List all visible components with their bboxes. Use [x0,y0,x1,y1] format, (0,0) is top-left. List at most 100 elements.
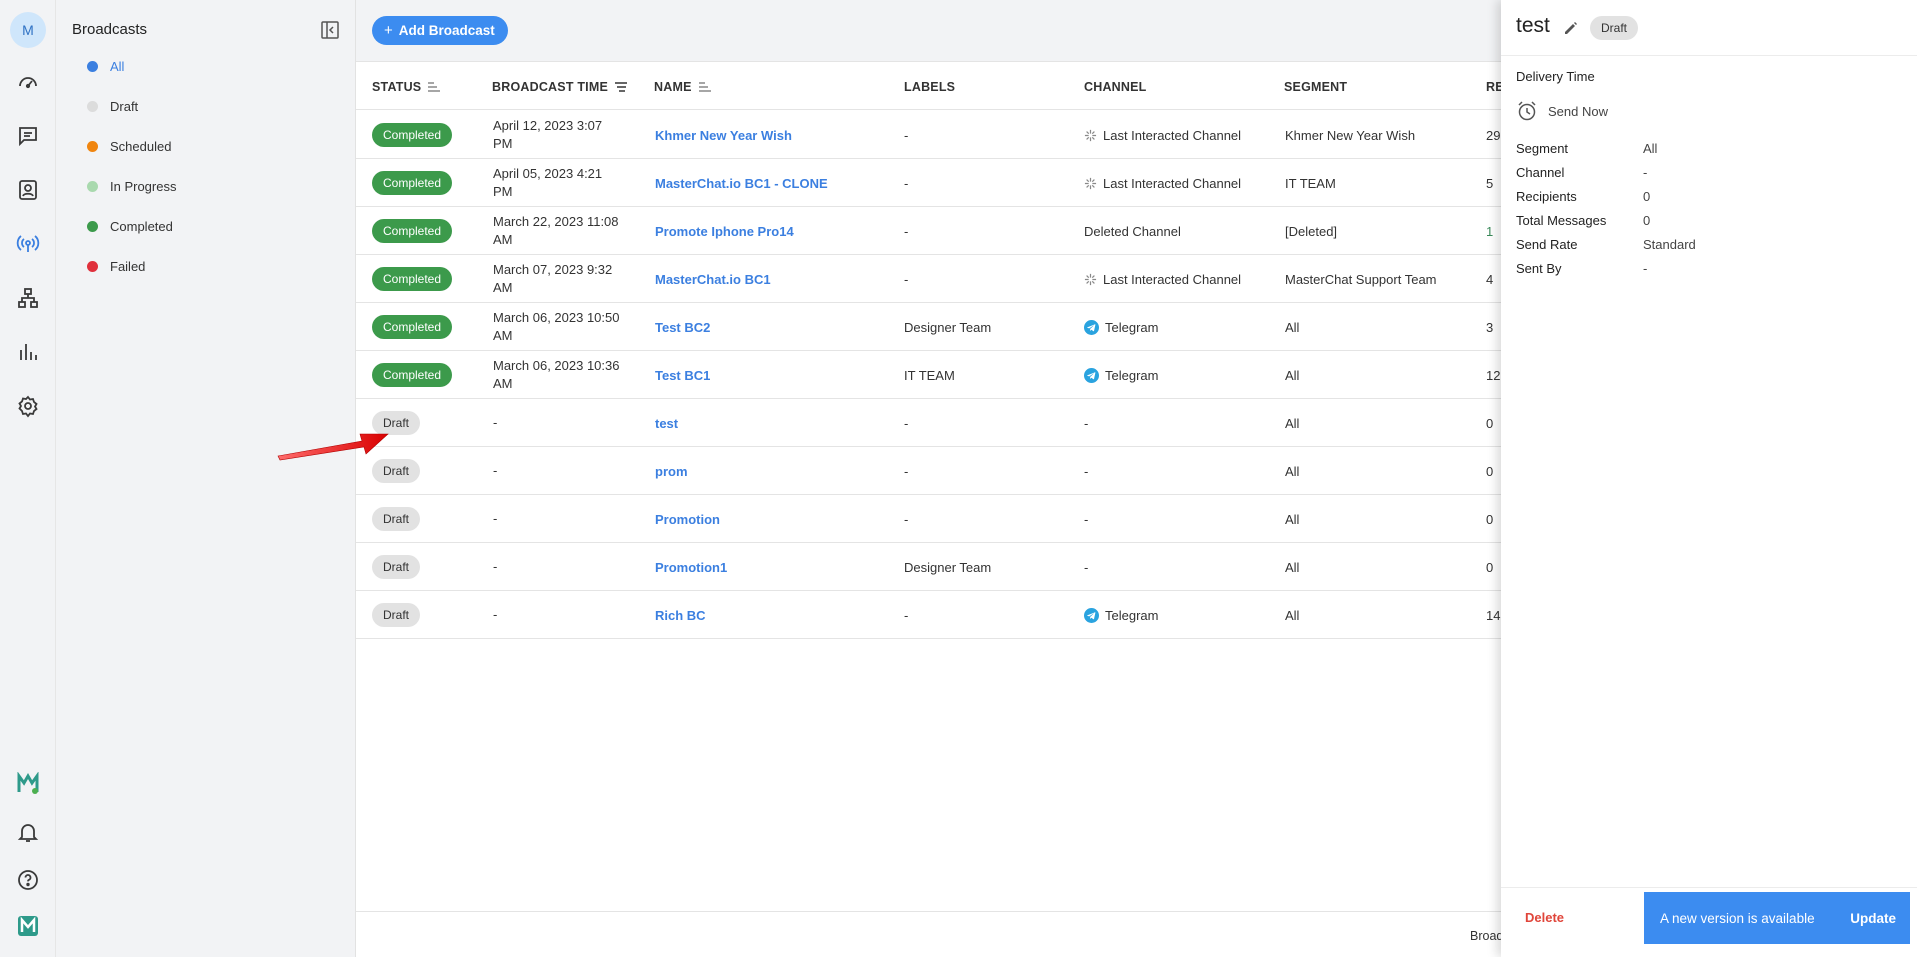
telegram-icon [1084,367,1099,383]
broadcast-time-cell: March 07, 2023 9:32 AM [493,255,623,303]
channel-cell: Telegram [1084,303,1158,351]
broadcast-name-link[interactable]: Test BC1 [655,368,710,383]
last-interacted-icon [1084,129,1097,142]
broadcast-name-link[interactable]: MasterChat.io BC1 [655,272,771,287]
panel-status-badge: Draft [1590,16,1639,40]
table-row[interactable]: Draft - Promotion - - All 0 [356,495,1506,543]
time-line: - [493,559,498,574]
broadcast-name-link[interactable]: Promotion1 [655,560,727,575]
status-dot-scheduled [87,140,98,152]
time-line: - [493,607,498,622]
broadcast-time-cell: - [493,399,623,447]
update-button[interactable]: Update [1850,911,1896,926]
sidebar-item-scheduled[interactable]: Scheduled [72,133,342,159]
channel-label: - [1084,559,1089,575]
status-cell: Draft [372,543,421,591]
table-row[interactable]: Completed March 22, 2023 11:08 AM Promote I… [356,207,1506,255]
reports-icon[interactable] [14,338,42,366]
sidebar-item-completed[interactable]: Completed [72,213,342,239]
dashboard-icon[interactable] [14,68,42,96]
broadcast-name-link[interactable]: Promotion [655,512,720,527]
sort-icon[interactable] [698,81,712,93]
table-row[interactable]: Draft - Promotion1 Designer Team - All 0 [356,543,1506,591]
edit-pencil-icon[interactable] [1563,20,1579,36]
contacts-icon[interactable] [14,176,42,204]
name-cell[interactable]: MasterChat.io BC1 - CLONE [655,159,828,207]
labels-cell: - [904,463,909,479]
recipients-cell: 0 [1486,543,1493,591]
field-value: 0 [1643,213,1651,228]
status-cell: Completed [372,207,453,255]
bell-icon[interactable] [14,818,42,846]
name-cell[interactable]: Rich BC [655,591,706,639]
name-cell[interactable]: Test BC2 [655,303,710,351]
app-logo-icon[interactable] [14,912,42,940]
broadcast-name-link[interactable]: test [655,416,678,431]
toolbar: + Add Broadcast [356,0,1506,62]
name-cell[interactable]: MasterChat.io BC1 [655,255,771,303]
sort-icon[interactable] [427,81,441,93]
sidebar-item-in-progress[interactable]: In Progress [72,173,342,199]
chat-icon[interactable] [14,122,42,150]
field-key: Sent By [1516,261,1562,276]
workflow-icon[interactable] [14,284,42,312]
channel-cell: - [1084,543,1088,591]
column-header-segment: SEGMENT [1284,80,1347,94]
column-header-label: NAME [654,80,692,94]
add-broadcast-button[interactable]: + Add Broadcast [372,16,508,45]
sidebar-item-failed[interactable]: Failed [72,253,342,279]
name-cell[interactable]: Promotion1 [655,543,727,591]
collapse-sidebar-icon[interactable] [320,20,340,40]
table-row[interactable]: Completed March 06, 2023 10:36 AM Test BC1 I… [356,351,1506,399]
broadcast-detail-panel: test Draft Delivery Time Send Now Segmen… [1501,0,1917,957]
broadcast-name-link[interactable]: Khmer New Year Wish [655,128,792,143]
table-row[interactable]: Draft - Rich BC - Telegram All 14 [356,591,1506,639]
labels-cell: - [904,511,909,527]
broadcast-name-link[interactable]: prom [655,464,688,479]
name-cell[interactable]: prom [655,447,688,495]
broadcast-name-link[interactable]: MasterChat.io BC1 - CLONE [655,176,828,191]
field-key: Recipients [1516,189,1577,204]
broadcast-icon[interactable] [14,230,42,258]
broadcast-name-link[interactable]: Rich BC [655,608,706,623]
status-dot-completed [87,220,98,232]
broadcast-name-link[interactable]: Test BC2 [655,320,710,335]
sidebar-item-all[interactable]: All [72,53,342,79]
table-row[interactable]: Completed April 05, 2023 4:21 PM MasterChat… [356,159,1506,207]
sidebar-item-label: Scheduled [110,138,172,154]
status-cell: Completed [372,111,453,159]
settings-icon[interactable] [14,392,42,420]
column-header-broadcast-time[interactable]: BROADCAST TIME [492,80,628,94]
table-row[interactable]: Draft - prom - - All 0 [356,447,1506,495]
time-line: April 05, 2023 4:21 [493,166,603,181]
recipients-count: 4 [1486,271,1494,287]
column-header-name[interactable]: NAME [654,80,712,94]
sidebar-item-draft[interactable]: Draft [72,93,342,119]
table-row[interactable]: Completed March 07, 2023 9:32 AM MasterChat… [356,255,1506,303]
name-cell[interactable]: Test BC1 [655,351,710,399]
name-cell[interactable]: Promotion [655,495,720,543]
segment-cell: All [1285,319,1300,335]
status-badge: Completed [372,219,453,243]
table-row[interactable]: Draft - test - - All 0 [356,399,1506,447]
user-avatar[interactable]: M [10,12,46,48]
recipients-count: 0 [1486,415,1494,431]
broadcast-name-link[interactable]: Promote Iphone Pro14 [655,224,794,239]
brand-logo-icon[interactable] [14,770,42,798]
last-interacted-icon [1084,177,1097,190]
status-cell: Completed [372,351,453,399]
delete-button[interactable]: Delete [1525,910,1564,925]
name-cell[interactable]: Khmer New Year Wish [655,111,792,159]
sidebar-item-label: Completed [110,218,173,234]
sort-active-icon[interactable] [614,81,628,93]
help-icon[interactable] [14,866,42,894]
broadcast-time-cell: - [493,591,623,639]
field-total-messages: Total Messages 0 [1516,213,1650,228]
update-toast: A new version is available Update [1644,892,1910,944]
name-cell[interactable]: test [655,399,678,447]
table-row[interactable]: Completed April 12, 2023 3:07 PM Khmer New … [356,111,1506,159]
table-row[interactable]: Completed March 06, 2023 10:50 AM Test BC2 D… [356,303,1506,351]
recipients-cell: 0 [1486,399,1493,447]
column-header-status[interactable]: STATUS [372,80,441,94]
name-cell[interactable]: Promote Iphone Pro14 [655,207,794,255]
